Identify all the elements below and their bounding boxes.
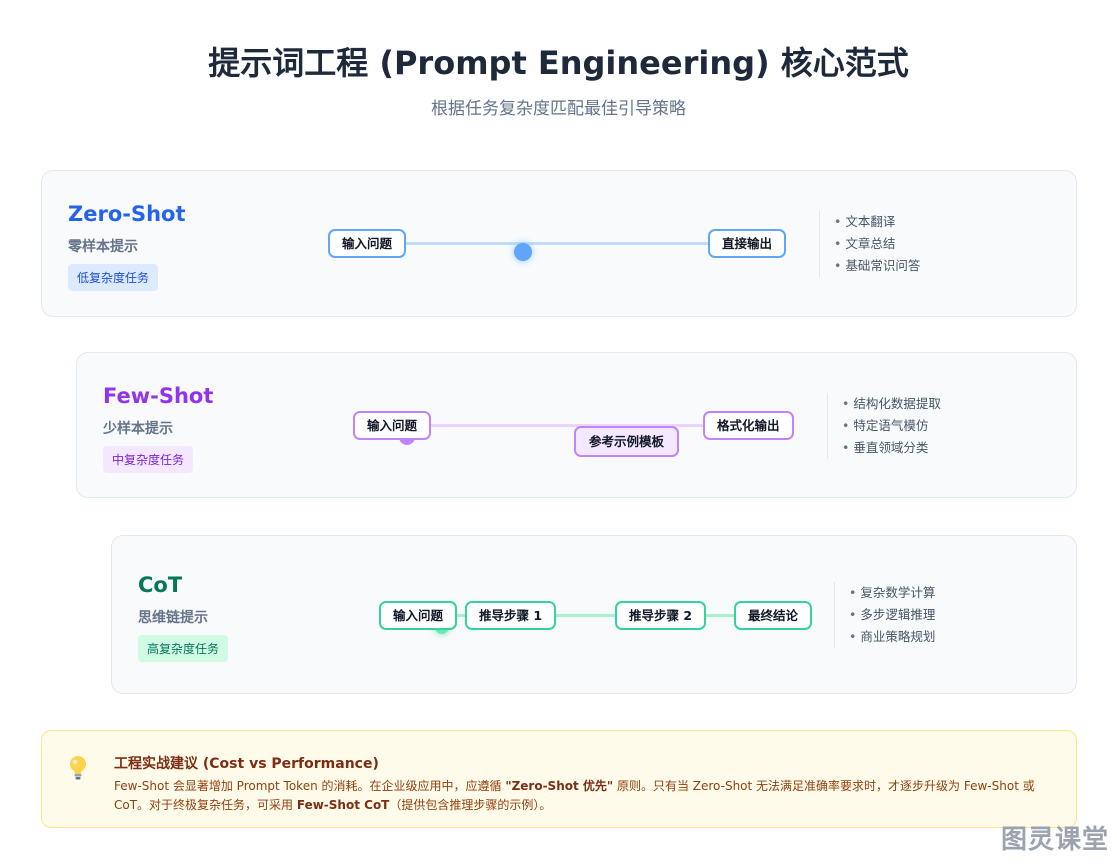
tip-text-part: Few-Shot 会显著增加 Prompt Token 的消耗。在企业级应用中，… <box>114 779 506 793</box>
tip-text-part: （提供包含推理步骤的示例）。 <box>389 798 552 812</box>
paradigm-cn-name: 思维链提示 <box>138 610 208 626</box>
tip-text: Few-Shot 会显著增加 Prompt Token 的消耗。在企业级应用中，… <box>114 777 1054 815</box>
few-shot-card: Few-Shot 少样本提示 中复杂度任务 输入问题 参考示例模板 格式化输出 … <box>76 352 1077 498</box>
flow-line <box>392 242 742 245</box>
flow-node-step-2: 推导步骤 2 <box>615 601 707 630</box>
flow-dot <box>514 243 532 261</box>
tip-emphasis: "Zero-Shot 优先" <box>505 779 614 793</box>
engineering-tip-box: 工程实战建议 (Cost vs Performance) Few-Shot 会显… <box>41 730 1077 828</box>
complexity-badge: 低复杂度任务 <box>68 264 159 291</box>
page-title: 提示词工程 (Prompt Engineering) 核心范式 <box>208 44 909 82</box>
flow-node-output: 格式化输出 <box>703 411 794 440</box>
flow-node-output: 最终结论 <box>734 601 813 630</box>
flow-node-output: 直接输出 <box>708 229 787 258</box>
flow-node-input: 输入问题 <box>328 229 407 258</box>
use-case-item: 结构化数据提取 <box>842 393 941 415</box>
use-case-item: 复杂数学计算 <box>849 582 935 604</box>
complexity-badge: 高复杂度任务 <box>138 635 229 662</box>
page-subtitle: 根据任务复杂度匹配最佳引导策略 <box>431 99 686 119</box>
use-case-item: 文章总结 <box>834 233 920 255</box>
cot-card: CoT 思维链提示 高复杂度任务 输入问题 推导步骤 1 推导步骤 2 最终结论… <box>111 535 1077 694</box>
flow-node-input: 输入问题 <box>353 411 432 440</box>
paradigm-name: CoT <box>138 573 183 597</box>
paradigm-name: Few-Shot <box>103 384 214 408</box>
flow-node-example: 参考示例模板 <box>574 426 680 457</box>
tip-emphasis: Few-Shot CoT <box>296 798 390 812</box>
zero-shot-card: Zero-Shot 零样本提示 低复杂度任务 输入问题 直接输出 文本翻译 文章… <box>41 170 1077 317</box>
paradigm-cn-name: 少样本提示 <box>103 421 173 437</box>
watermark: 图灵课堂 <box>1000 825 1109 855</box>
use-case-item: 文本翻译 <box>834 211 920 233</box>
use-case-item: 特定语气模仿 <box>842 415 941 437</box>
use-case-list: 结构化数据提取 特定语气模仿 垂直领域分类 <box>827 393 941 459</box>
use-case-item: 多步逻辑推理 <box>849 604 935 626</box>
tip-title: 工程实战建议 (Cost vs Performance) <box>114 756 379 772</box>
use-case-list: 复杂数学计算 多步逻辑推理 商业策略规划 <box>834 582 935 648</box>
use-case-list: 文本翻译 文章总结 基础常识问答 <box>819 211 920 277</box>
use-case-item: 商业策略规划 <box>849 626 935 648</box>
flow-node-input: 输入问题 <box>379 601 458 630</box>
complexity-badge: 中复杂度任务 <box>103 446 194 473</box>
use-case-item: 基础常识问答 <box>834 255 920 277</box>
paradigm-name: Zero-Shot <box>68 202 186 226</box>
use-case-item: 垂直领域分类 <box>842 437 941 459</box>
flow-node-step-1: 推导步骤 1 <box>465 601 557 630</box>
paradigm-cn-name: 零样本提示 <box>68 239 138 255</box>
lightbulb-icon <box>70 756 86 780</box>
